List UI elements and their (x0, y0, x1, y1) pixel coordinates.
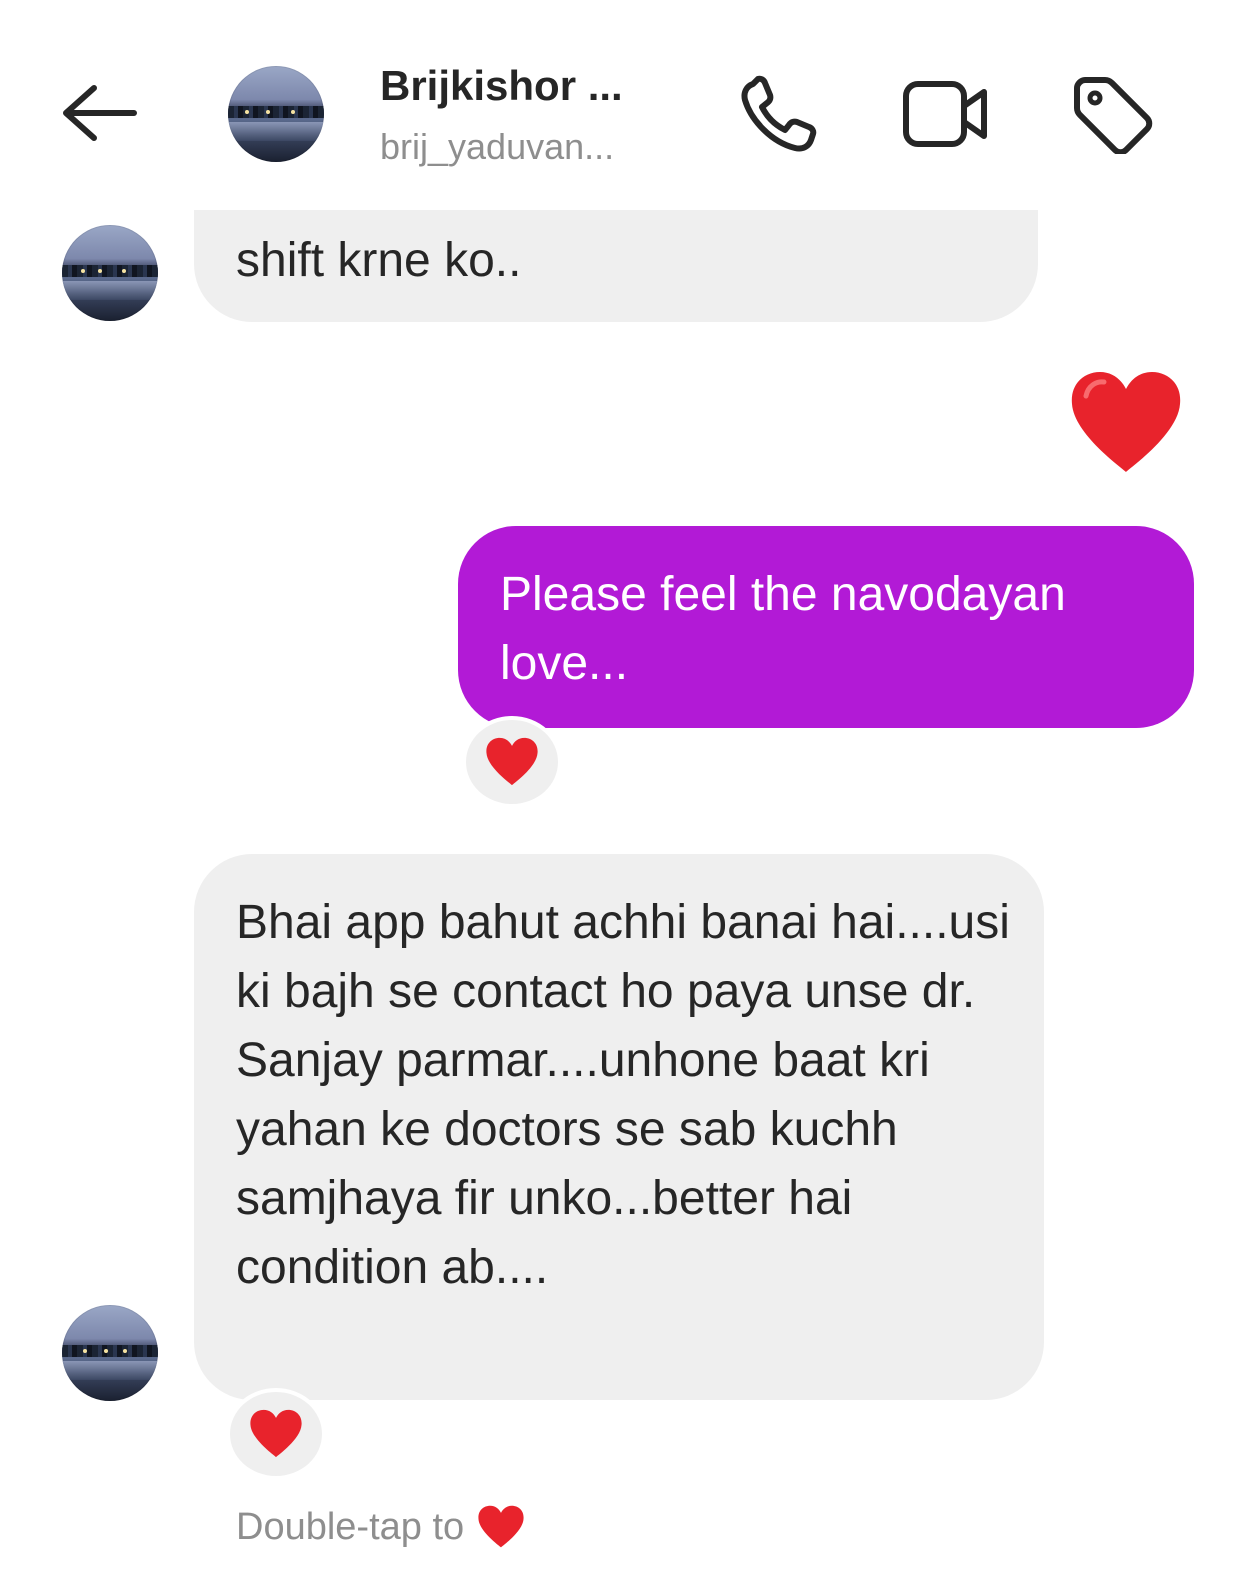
arrow-left-icon (63, 85, 137, 141)
contact-avatar[interactable] (62, 225, 158, 321)
message-reaction[interactable] (462, 716, 562, 808)
tag-icon (1074, 77, 1153, 154)
heart-icon (250, 1409, 302, 1458)
chat-header: Brijkishor ... brij_yaduvan... (0, 0, 1240, 210)
message-bubble-incoming[interactable]: Bhai app bahut achhi banai hai....usi ki… (194, 854, 1044, 1400)
header-avatar[interactable] (228, 66, 324, 162)
video-call-button[interactable] (898, 72, 994, 156)
heart-icon (486, 737, 538, 786)
audio-call-button[interactable] (736, 72, 826, 156)
contact-name[interactable]: Brijkishor ... (380, 62, 623, 110)
double-tap-hint: Double-tap to (236, 1504, 526, 1550)
video-camera-icon (903, 81, 987, 147)
contact-username[interactable]: brij_yaduvan... (380, 126, 614, 168)
contact-avatar[interactable] (62, 1305, 158, 1401)
phone-icon (741, 75, 817, 152)
message-text: Please feel the navodayan love... (500, 568, 1066, 690)
sent-heart-message[interactable] (1066, 368, 1186, 478)
hint-text: Double-tap to (236, 1505, 465, 1548)
heart-icon (476, 1504, 526, 1550)
message-text: Bhai app bahut achhi banai hai....usi ki… (236, 896, 1010, 1294)
message-reaction[interactable] (226, 1388, 326, 1480)
tag-button[interactable] (1066, 72, 1156, 156)
message-text: shift krne ko.. (236, 234, 522, 287)
back-button[interactable] (55, 80, 141, 146)
heart-icon (1071, 372, 1181, 472)
message-bubble-outgoing[interactable]: Please feel the navodayan love... (458, 526, 1194, 728)
